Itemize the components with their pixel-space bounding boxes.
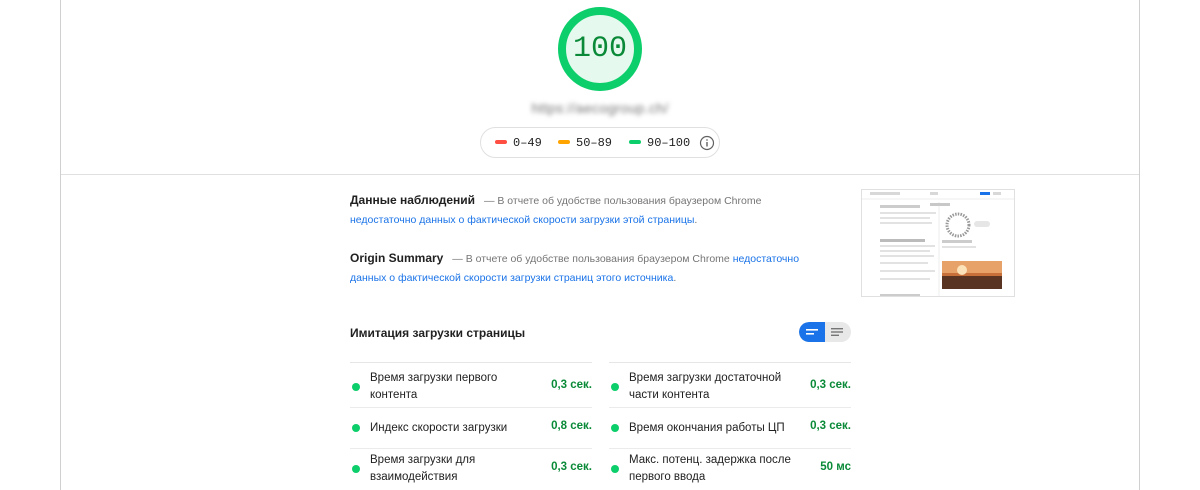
- metric-value: 0,3 сек.: [810, 420, 851, 432]
- metric-label: Время окончания работы ЦП: [629, 422, 785, 434]
- legend-average-swatch: [558, 139, 570, 144]
- metric-value: 0,8 сек.: [551, 420, 592, 432]
- section-divider: [61, 174, 1139, 175]
- metric-max-potential-fid: Макс. потенц. задержка после первого вво…: [609, 449, 851, 489]
- performance-score-gauge[interactable]: 100: [556, 5, 644, 93]
- field-data-section: Данные наблюдений — В отчете об удобстве…: [350, 191, 830, 230]
- pass-indicator-icon: [611, 465, 619, 473]
- metric-first-meaningful-paint: Время загрузки достаточной части контент…: [609, 367, 851, 408]
- origin-summary-section: Origin Summary — В отчете об удобстве по…: [350, 249, 830, 288]
- field-data-text: — В отчете об удобстве пользования брауз…: [483, 195, 762, 207]
- metrics-top-border-left: [350, 362, 592, 363]
- bars-expanded-icon: [831, 328, 843, 336]
- metric-value: 0,3 сек.: [810, 379, 851, 391]
- compact-view-button[interactable]: [799, 322, 825, 342]
- pass-indicator-icon: [352, 383, 360, 391]
- origin-summary-end: .: [673, 272, 677, 284]
- metric-label: Время загрузки достаточной части контент…: [629, 372, 782, 401]
- pass-indicator-icon: [352, 465, 360, 473]
- legend-pass-swatch: [629, 139, 641, 144]
- metric-first-cpu-idle: Время окончания работы ЦП 0,3 сек.: [609, 408, 851, 449]
- performance-score-value: 100: [572, 32, 627, 66]
- legend-average: 50–89: [558, 136, 612, 150]
- origin-summary-text: — В отчете об удобстве пользования брауз…: [452, 253, 730, 265]
- expanded-view-button[interactable]: [825, 322, 851, 342]
- legend-average-label: 50–89: [576, 136, 613, 150]
- metric-first-contentful-paint: Время загрузки первого контента 0,3 сек.: [350, 367, 592, 408]
- pass-indicator-icon: [611, 424, 619, 432]
- metric-speed-index: Индекс скорости загрузки 0,8 сек.: [350, 408, 592, 449]
- origin-summary-title: Origin Summary: [350, 251, 444, 265]
- thumbnail-preview: [862, 190, 1014, 296]
- field-data-end: .: [694, 214, 698, 226]
- metric-label: Макс. потенц. задержка после первого вво…: [629, 454, 791, 483]
- legend-fail: 0–49: [495, 136, 542, 150]
- metric-value: 0,3 сек.: [551, 461, 592, 473]
- metric-value: 50 мс: [820, 461, 851, 473]
- field-data-link[interactable]: недостаточно данных о фактической скорос…: [350, 214, 694, 226]
- metrics-top-border-right: [609, 362, 851, 363]
- legend-fail-label: 0–49: [513, 136, 542, 150]
- report-frame-left-border: [60, 0, 61, 490]
- metrics-view-toggle[interactable]: [799, 322, 851, 342]
- field-data-title: Данные наблюдений: [350, 193, 476, 207]
- score-legend: 0–49 50–89 90–100: [480, 127, 720, 158]
- legend-pass-label: 90–100: [647, 136, 691, 150]
- info-icon[interactable]: [699, 135, 715, 155]
- bars-compact-icon: [806, 329, 818, 335]
- pass-indicator-icon: [352, 424, 360, 432]
- pass-indicator-icon: [611, 383, 619, 391]
- metric-label: Индекс скорости загрузки: [370, 422, 508, 434]
- tested-url: https://aecogroup.ch/: [531, 100, 669, 116]
- metric-time-to-interactive: Время загрузки для взаимодействия 0,3 се…: [350, 449, 592, 489]
- metric-label: Время загрузки для взаимодействия: [370, 454, 476, 483]
- lab-data-title: Имитация загрузки страницы: [350, 326, 526, 340]
- report-frame-right-border: [1139, 0, 1140, 490]
- page-screenshot-thumbnail[interactable]: [861, 189, 1015, 297]
- legend-fail-swatch: [495, 139, 507, 144]
- legend-pass: 90–100: [629, 136, 690, 150]
- metric-value: 0,3 сек.: [551, 379, 592, 391]
- metric-label: Время загрузки первого контента: [370, 372, 498, 401]
